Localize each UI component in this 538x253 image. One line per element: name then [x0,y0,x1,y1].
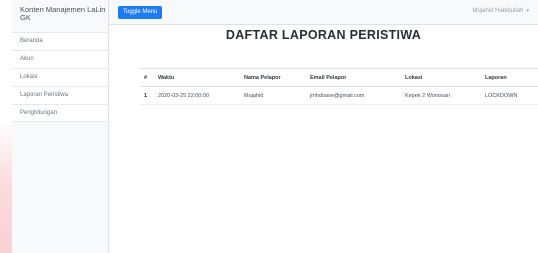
left-edge-accent [0,120,12,253]
user-menu[interactable]: Mujahid Habibullah ▼ [472,8,530,14]
sidebar-item-penghitungan[interactable]: Penghitungan [12,104,108,122]
sidebar-item-laporan-peristiwa[interactable]: Laporan Peristiwa [12,86,108,104]
cell-laporan: LOCKDOWN [481,86,538,105]
top-navbar: Toggle Menu Mujahid Habibullah ▼ [109,0,538,25]
cell-lokasi: Kepek 2 Wonosari [401,86,481,105]
sidebar: Konten Manajemen LaLin GK Beranda Akun L… [12,0,109,253]
table-row: 1 2020-03-25 22:00:00 Mujahid jmhdoase@g… [140,86,538,105]
column-header-email-pelapor: Email Pelapor [306,68,401,87]
column-header-waktu: Waktu [154,68,240,87]
column-header-nama-pelapor: Nama Pelapor [240,68,306,87]
report-table: # Waktu Nama Pelapor Email Pelapor Lokas… [140,68,538,105]
column-header-lokasi: Lokasi [401,68,481,87]
sidebar-item-lokasi[interactable]: Lokasi [12,68,108,86]
sidebar-item-beranda[interactable]: Beranda [12,32,108,50]
chevron-down-icon: ▼ [525,8,530,13]
column-header-laporan: Laporan [481,68,538,87]
user-name: Mujahid Habibullah [472,8,524,14]
table-header-row: # Waktu Nama Pelapor Email Pelapor Lokas… [140,68,538,87]
cell-nama-pelapor: Mujahid [240,86,306,105]
page-title: DAFTAR LAPORAN PERISTIWA [225,28,422,42]
toggle-menu-button[interactable]: Toggle Menu [118,6,163,19]
cell-email-pelapor: jmhdoase@gmail.com [306,86,401,105]
cell-waktu: 2020-03-25 22:00:00 [154,86,240,105]
sidebar-heading: Konten Manajemen LaLin GK [20,5,106,22]
column-header-number: # [140,68,154,87]
cell-number: 1 [140,86,154,105]
sidebar-item-akun[interactable]: Akun [12,50,108,68]
